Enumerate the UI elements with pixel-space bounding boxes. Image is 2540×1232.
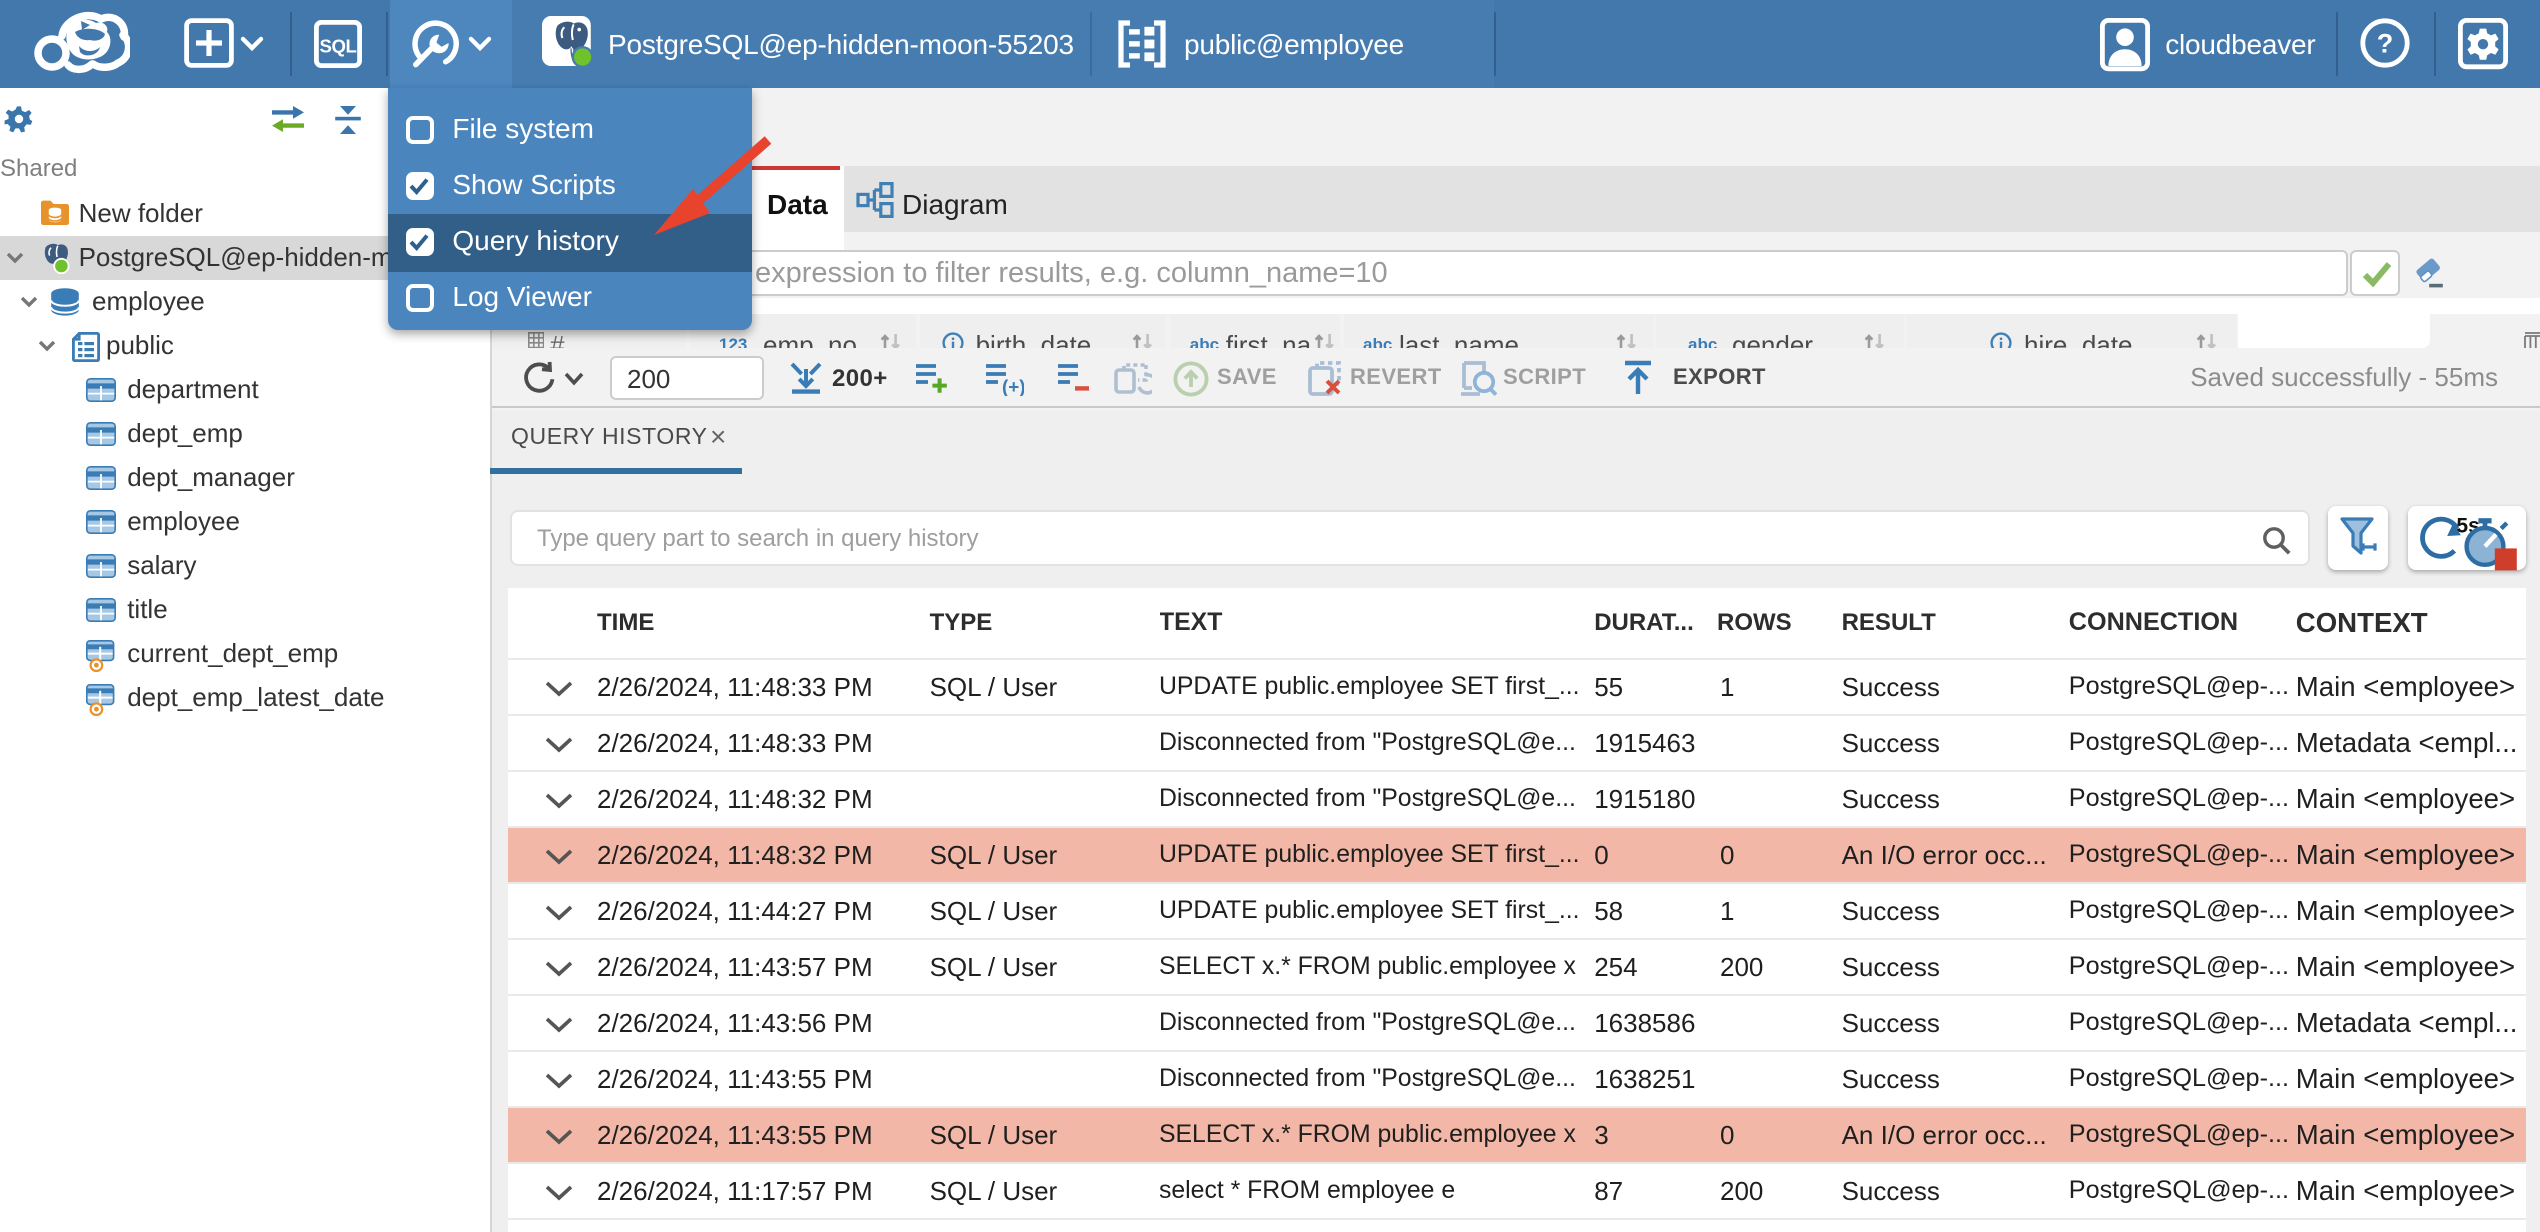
svg-text:SQL: SQL <box>320 35 357 56</box>
svg-text:(+): (+) <box>1002 375 1024 395</box>
svg-text:?: ? <box>2377 29 2394 59</box>
